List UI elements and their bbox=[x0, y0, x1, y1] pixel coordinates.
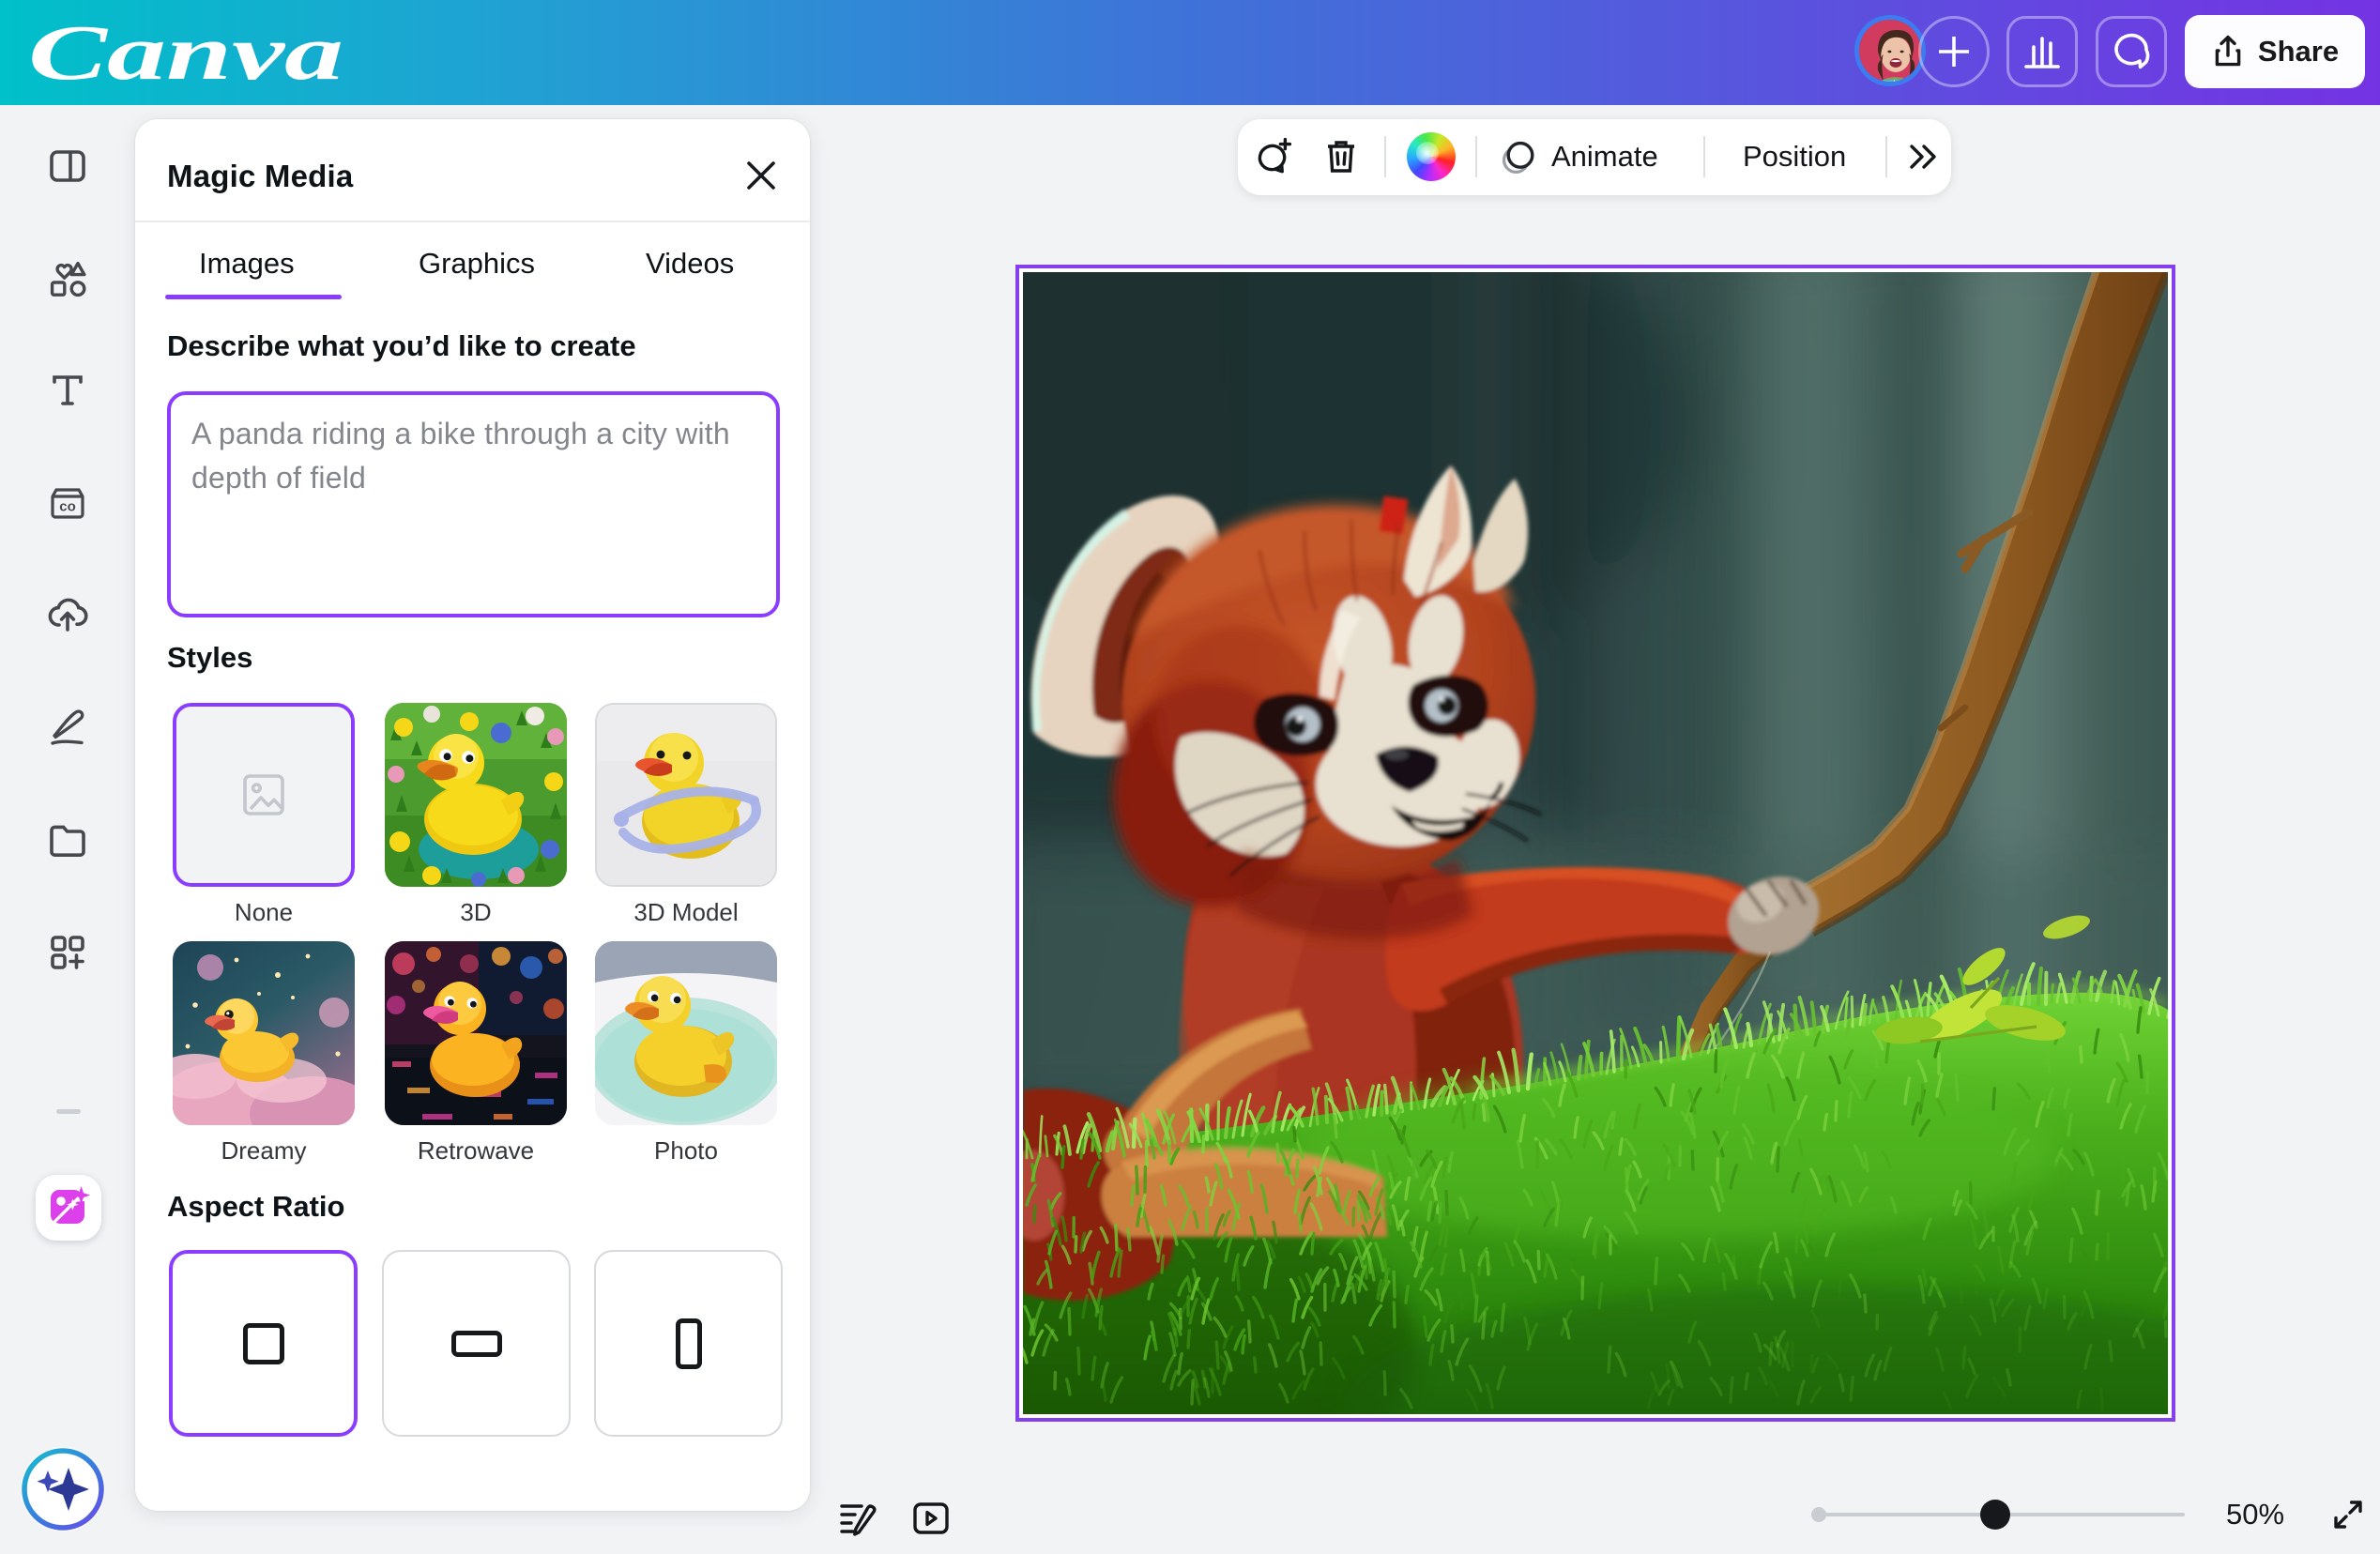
svg-text:co: co bbox=[59, 499, 76, 515]
